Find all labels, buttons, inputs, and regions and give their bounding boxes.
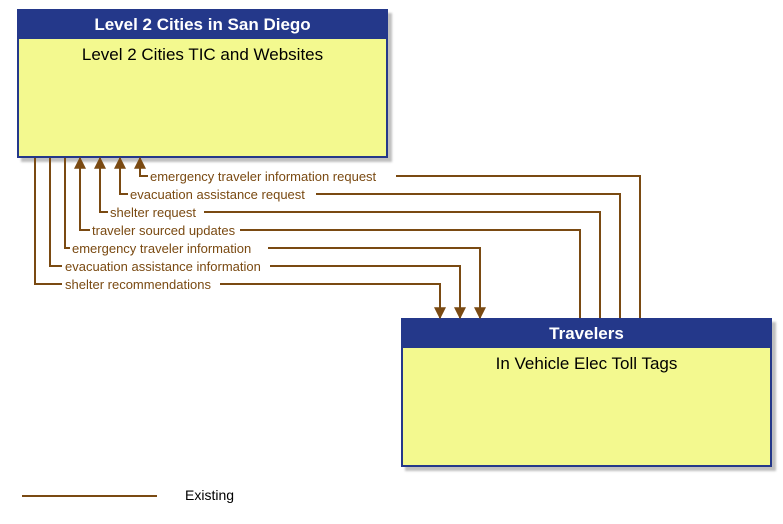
entity-bottom: Travelers In Vehicle Elec Toll Tags <box>401 318 772 467</box>
entity-top-body: Level 2 Cities TIC and Websites <box>19 39 386 65</box>
flow-label-7: shelter recommendations <box>65 278 211 291</box>
flow-label-6: evacuation assistance information <box>65 260 261 273</box>
entity-bottom-header: Travelers <box>403 320 770 348</box>
legend-line-existing <box>22 495 157 497</box>
entity-top-header: Level 2 Cities in San Diego <box>19 11 386 39</box>
entity-top: Level 2 Cities in San Diego Level 2 Citi… <box>17 9 388 158</box>
flow-label-5: emergency traveler information <box>72 242 251 255</box>
entity-bottom-body: In Vehicle Elec Toll Tags <box>403 348 770 374</box>
flow-label-1: emergency traveler information request <box>150 170 376 183</box>
flow-label-3: shelter request <box>110 206 196 219</box>
flow-label-4: traveler sourced updates <box>92 224 235 237</box>
legend-text-existing: Existing <box>185 487 234 503</box>
flow-label-2: evacuation assistance request <box>130 188 305 201</box>
